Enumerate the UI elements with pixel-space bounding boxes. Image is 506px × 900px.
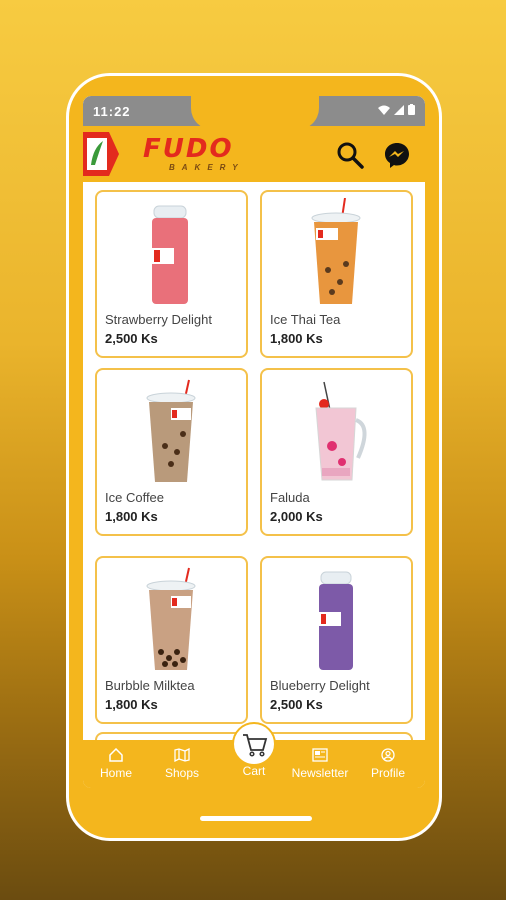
product-card[interactable]: Faluda 2,000 Ks <box>260 368 413 536</box>
product-price: 1,800 Ks <box>105 509 158 524</box>
nav-profile-label: Profile <box>370 766 405 780</box>
nav-home[interactable]: Home <box>83 748 149 780</box>
nav-shops-label: Shops <box>164 766 200 780</box>
product-card[interactable]: Strawberry Delight 2,500 Ks <box>95 190 248 358</box>
system-icons <box>378 104 415 115</box>
nav-newsletter-label: Newsletter <box>291 766 349 780</box>
wifi-icon <box>378 105 390 115</box>
brand-subtitle: BAKERY <box>169 163 245 172</box>
camera-notch <box>191 96 319 130</box>
product-price: 2,500 Ks <box>270 697 323 712</box>
strawberry-delight-image <box>152 205 188 304</box>
home-indicator[interactable] <box>200 816 312 821</box>
cart-icon <box>243 734 268 757</box>
product-name: Ice Coffee <box>105 490 165 505</box>
product-price: 2,500 Ks <box>105 331 158 346</box>
nav-newsletter[interactable]: Newsletter <box>287 748 353 780</box>
phone-frame: 11:22 FUDO BAKERY Strawberry Delight 2,5… <box>66 73 442 841</box>
map-icon <box>174 748 190 762</box>
bubble-milktea-image <box>146 567 196 670</box>
ice-thai-tea-image <box>311 198 361 304</box>
product-price: 1,800 Ks <box>105 697 158 712</box>
product-name: Blueberry Delight <box>270 678 370 693</box>
product-card[interactable]: Ice Coffee 1,800 Ks <box>95 368 248 536</box>
faluda-image <box>315 381 367 481</box>
product-card[interactable]: Burbble Milktea 1,800 Ks <box>95 556 248 724</box>
product-card[interactable]: Blueberry Delight 2,500 Ks <box>260 556 413 724</box>
app-header: FUDO BAKERY <box>83 126 425 182</box>
ice-coffee-image <box>146 379 196 482</box>
product-price: 1,800 Ks <box>270 331 323 346</box>
home-icon <box>109 748 123 762</box>
brand-logo: FUDO <box>143 134 234 164</box>
battery-icon <box>408 104 415 115</box>
nav-shops[interactable]: Shops <box>149 748 215 780</box>
nav-home-label: Home <box>99 766 132 780</box>
product-name: Strawberry Delight <box>105 312 212 327</box>
product-price: 2,000 Ks <box>270 509 323 524</box>
product-name: Faluda <box>270 490 310 505</box>
nav-profile[interactable]: Profile <box>355 748 421 780</box>
product-name: Ice Thai Tea <box>270 312 341 327</box>
profile-icon <box>381 748 395 762</box>
app-screen: 11:22 FUDO BAKERY Strawberry Delight 2,5… <box>83 96 425 788</box>
messenger-icon[interactable] <box>383 141 411 169</box>
product-name: Burbble Milktea <box>105 678 195 693</box>
status-time: 11:22 <box>93 104 131 119</box>
cart-button[interactable] <box>232 722 276 766</box>
logo-badge-icon <box>83 132 119 176</box>
signal-icon <box>394 104 404 115</box>
product-card[interactable]: Ice Thai Tea 1,800 Ks <box>260 190 413 358</box>
search-icon[interactable] <box>336 141 364 169</box>
blueberry-delight-image <box>319 571 353 670</box>
newsletter-icon <box>312 748 328 762</box>
